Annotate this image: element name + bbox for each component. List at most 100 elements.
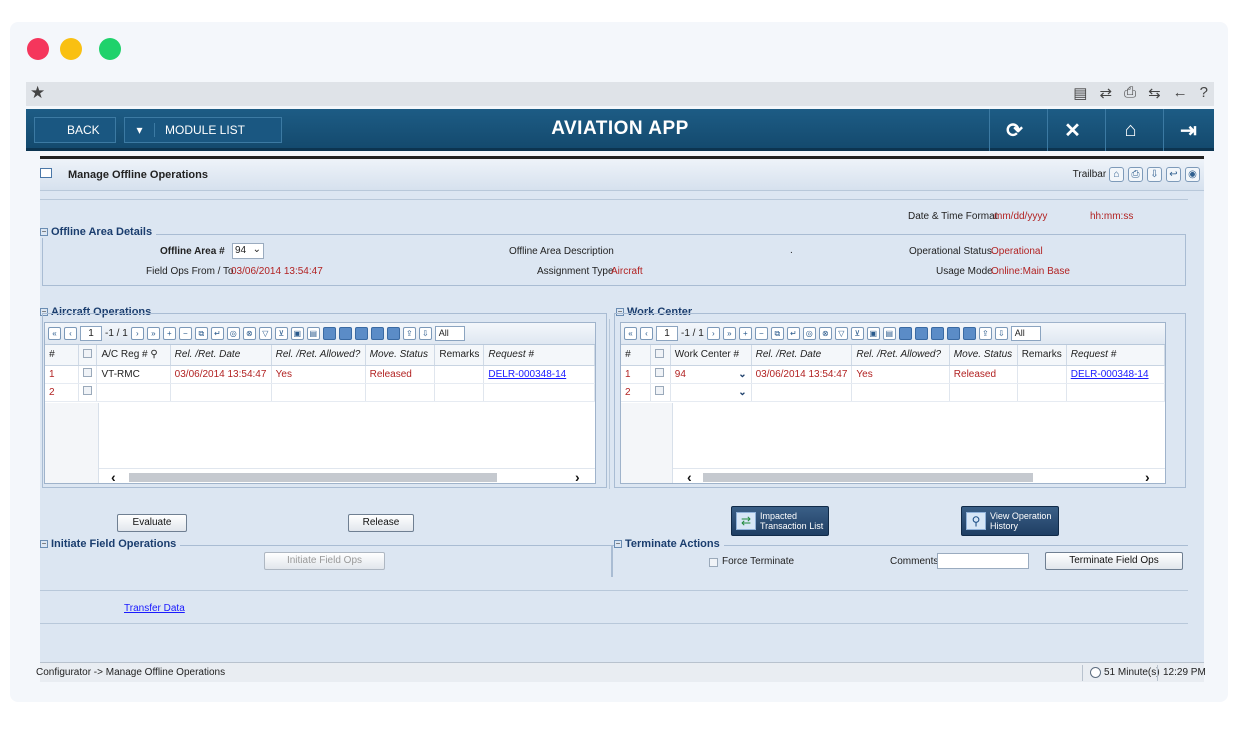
comments-input[interactable]: [937, 553, 1029, 569]
ac-reg-cell[interactable]: [96, 383, 171, 402]
page-menu-icon[interactable]: [40, 168, 52, 178]
splitter[interactable]: [609, 319, 613, 489]
export-pdf-icon[interactable]: [354, 327, 368, 340]
delete-all-icon[interactable]: ⊗: [818, 327, 832, 340]
column-header[interactable]: A/C Reg # ⚲: [96, 345, 171, 366]
scroll-right-icon[interactable]: ›: [575, 469, 580, 483]
table-row[interactable]: 2 ⌄: [621, 383, 1165, 402]
home-button[interactable]: ⌂: [1105, 109, 1155, 151]
remarks-cell[interactable]: [434, 365, 485, 384]
export-xml-icon[interactable]: [370, 327, 384, 340]
export-csv-icon[interactable]: [914, 327, 928, 340]
search-icon[interactable]: ⚲: [150, 349, 157, 360]
ac-reg-cell[interactable]: VT-RMC: [96, 365, 171, 384]
row-checkbox[interactable]: [83, 368, 93, 377]
refresh-grid-icon[interactable]: ◎: [802, 327, 816, 340]
impacted-transaction-list-button[interactable]: ⇄ Impacted Transaction List: [731, 506, 829, 536]
delete-row-icon[interactable]: −: [178, 327, 192, 340]
prev-page-icon[interactable]: ‹: [64, 327, 77, 340]
terminate-section-title[interactable]: − Terminate Actions: [614, 538, 724, 550]
delete-all-icon[interactable]: ⊗: [242, 327, 256, 340]
scroll-left-icon[interactable]: ‹: [111, 469, 116, 483]
clear-filter-icon[interactable]: ⊻: [850, 327, 864, 340]
swap-icon[interactable]: ⇆: [1148, 84, 1161, 102]
offline-area-select[interactable]: 94 ⌄: [232, 243, 264, 259]
grid-filter-select[interactable]: All: [1010, 326, 1041, 341]
document-icon[interactable]: ▤: [306, 327, 320, 340]
refresh-button[interactable]: ⟳: [989, 109, 1039, 151]
download-icon[interactable]: ⇩: [994, 327, 1008, 340]
initiate-field-ops-button[interactable]: Initiate Field Ops: [264, 552, 385, 570]
help-icon[interactable]: ?: [1200, 84, 1208, 102]
row-checkbox[interactable]: [655, 386, 665, 395]
last-page-icon[interactable]: »: [146, 327, 160, 340]
upload-icon[interactable]: ⇪: [978, 327, 992, 340]
last-page-icon[interactable]: »: [722, 327, 736, 340]
download-icon[interactable]: ⇩: [418, 327, 432, 340]
release-button[interactable]: Release: [348, 514, 414, 532]
transfer-data-link[interactable]: Transfer Data: [124, 603, 185, 614]
copy-row-icon[interactable]: ⧉: [770, 327, 784, 340]
notes-icon[interactable]: ▣: [866, 327, 880, 340]
add-row-icon[interactable]: +: [738, 327, 752, 340]
filter-icon[interactable]: ▽: [834, 327, 848, 340]
first-page-icon[interactable]: «: [624, 327, 637, 340]
request-link[interactable]: DELR-000348-14: [1071, 369, 1149, 380]
next-page-icon[interactable]: ›: [130, 327, 144, 340]
refresh-grid-icon[interactable]: ◎: [226, 327, 240, 340]
export-icon[interactable]: ⇩: [1147, 167, 1162, 182]
window-minimize-control[interactable]: [60, 38, 82, 60]
insert-row-icon[interactable]: ↵: [786, 327, 800, 340]
table-row[interactable]: 1 94 ⌄ 03/06/2014 13:54:47 Yes Released D…: [621, 365, 1165, 384]
first-page-icon[interactable]: «: [48, 327, 61, 340]
work-center-cell[interactable]: 94 ⌄: [670, 365, 752, 384]
shuffle-icon[interactable]: ⇄: [1099, 84, 1112, 102]
scroll-left-icon[interactable]: ‹: [687, 469, 692, 483]
trailbar-button[interactable]: Trailbar ▾: [1073, 169, 1114, 180]
insert-row-icon[interactable]: ↵: [210, 327, 224, 340]
row-checkbox[interactable]: [655, 368, 665, 377]
export-excel-icon[interactable]: [322, 327, 336, 340]
horizontal-scrollbar[interactable]: ‹ ›: [99, 468, 595, 483]
chevron-down-icon[interactable]: ⌄: [738, 369, 746, 380]
select-all-checkbox[interactable]: [83, 348, 93, 358]
back-button[interactable]: BACK: [34, 117, 116, 143]
back-arrow-icon[interactable]: ←: [1173, 84, 1188, 102]
select-all-checkbox[interactable]: [655, 348, 665, 358]
remarks-cell[interactable]: [434, 383, 485, 402]
return-icon[interactable]: ↩: [1166, 167, 1181, 182]
remarks-cell[interactable]: [1017, 365, 1067, 384]
home-icon[interactable]: ⌂: [1109, 167, 1124, 182]
module-list-button[interactable]: ▾ MODULE LIST: [124, 117, 282, 143]
initiate-section-title[interactable]: − Initiate Field Operations: [40, 538, 181, 550]
window-close-control[interactable]: [27, 38, 49, 60]
offline-area-section-title[interactable]: − Offline Area Details: [40, 226, 157, 238]
next-page-icon[interactable]: ›: [706, 327, 720, 340]
export-csv-icon[interactable]: [338, 327, 352, 340]
delete-row-icon[interactable]: −: [754, 327, 768, 340]
logout-button[interactable]: ⇥: [1163, 109, 1213, 151]
clear-filter-icon[interactable]: ⊻: [274, 327, 288, 340]
export-excel-icon[interactable]: [898, 327, 912, 340]
print-icon[interactable]: ⎙: [1124, 84, 1136, 102]
page-number-input[interactable]: 1: [80, 326, 102, 341]
help-icon[interactable]: ◉: [1185, 167, 1200, 182]
upload-icon[interactable]: ⇪: [402, 327, 416, 340]
export-pdf-icon[interactable]: [930, 327, 944, 340]
notes-icon[interactable]: ▣: [290, 327, 304, 340]
table-row[interactable]: 2: [45, 383, 595, 402]
work-center-cell[interactable]: ⌄: [670, 383, 752, 402]
save-grid-icon[interactable]: [386, 327, 400, 340]
add-row-icon[interactable]: +: [162, 327, 176, 340]
save-grid-icon[interactable]: [962, 327, 976, 340]
remarks-cell[interactable]: [1017, 383, 1067, 402]
scroll-thumb[interactable]: [129, 473, 497, 482]
window-maximize-control[interactable]: [99, 38, 121, 60]
prev-page-icon[interactable]: ‹: [640, 327, 653, 340]
evaluate-button[interactable]: Evaluate: [117, 514, 187, 532]
chevron-down-icon[interactable]: ⌄: [738, 387, 746, 398]
view-operation-history-button[interactable]: ⚲ View Operation History: [961, 506, 1059, 536]
scroll-right-icon[interactable]: ›: [1145, 469, 1150, 483]
export-xml-icon[interactable]: [946, 327, 960, 340]
close-button[interactable]: ✕: [1047, 109, 1097, 151]
